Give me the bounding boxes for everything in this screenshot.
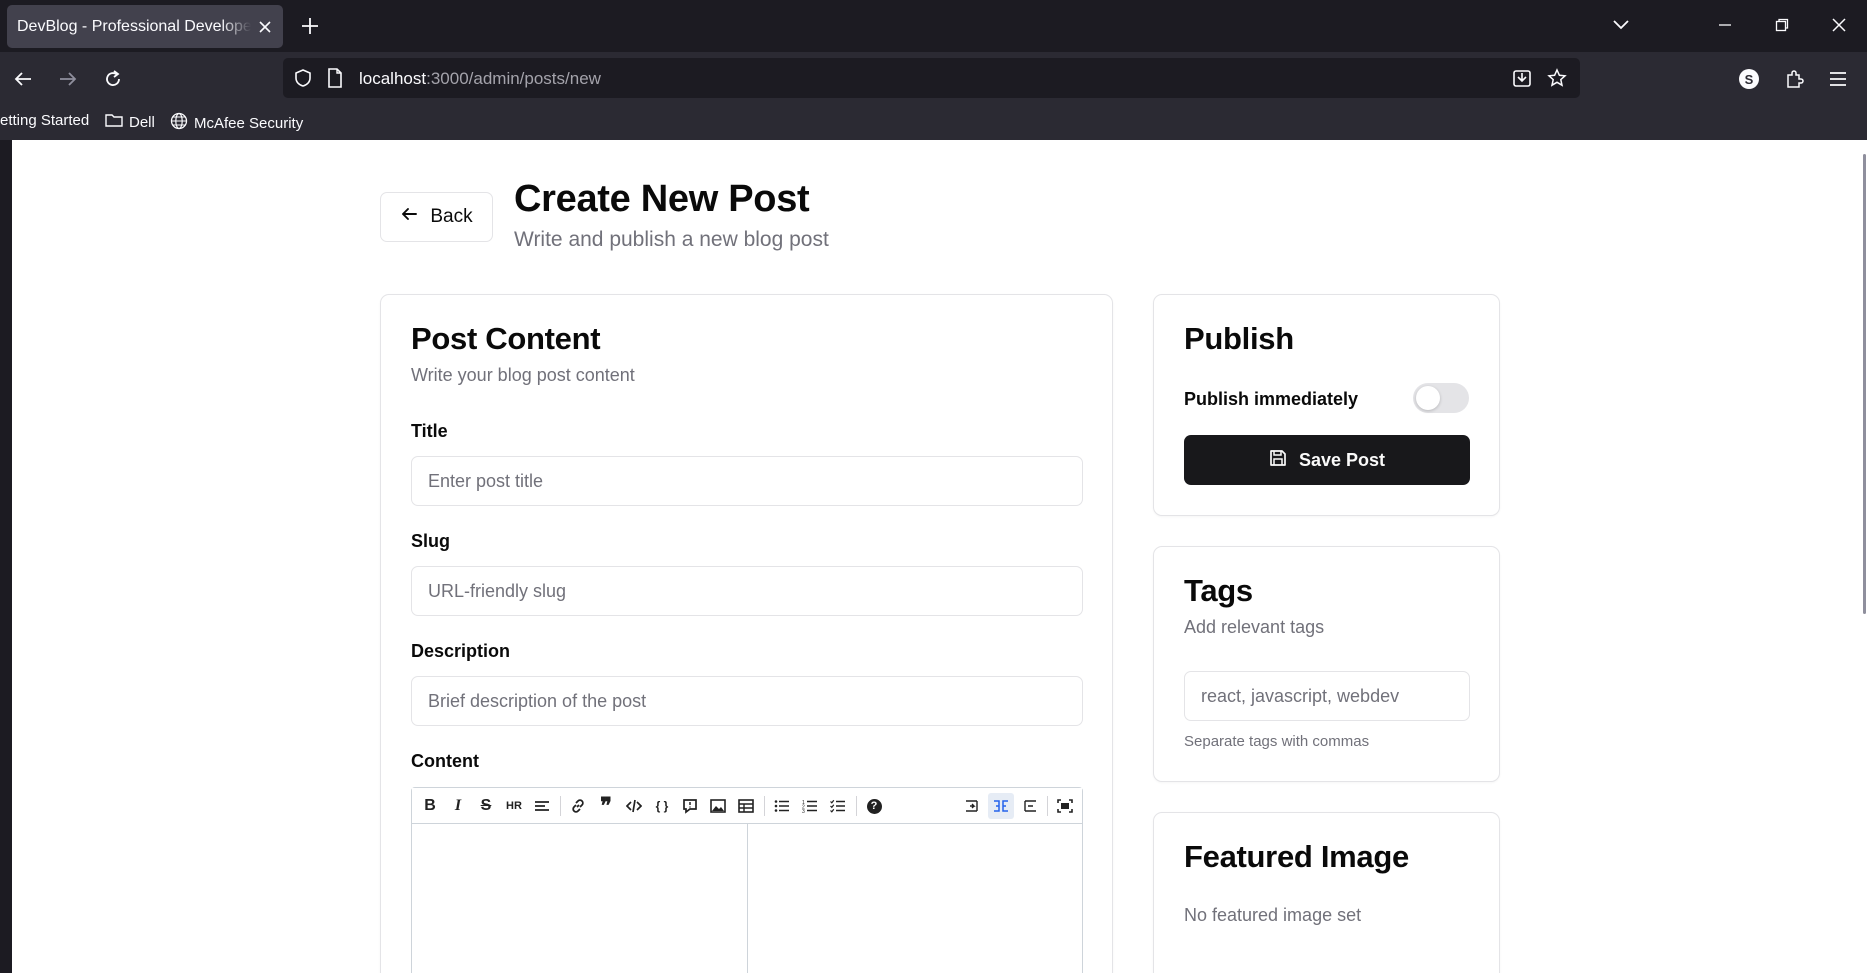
comment-icon[interactable] bbox=[677, 793, 703, 819]
tab-close-icon[interactable] bbox=[251, 13, 279, 41]
menu-icon[interactable] bbox=[1822, 63, 1854, 95]
bold-icon[interactable]: B bbox=[417, 793, 443, 819]
featured-image-card: Featured Image No featured image set bbox=[1153, 812, 1500, 973]
page-title: Create New Post bbox=[514, 178, 810, 220]
back-arrow-icon[interactable] bbox=[7, 63, 39, 95]
description-label: Description bbox=[411, 641, 511, 661]
url-path: :3000/admin/posts/new bbox=[426, 69, 601, 88]
create-post-page: Back Create New Post Write and publish a… bbox=[12, 140, 1867, 973]
profile-initial: S bbox=[1739, 69, 1759, 89]
publish-immediately-switch[interactable] bbox=[1413, 383, 1469, 413]
ordered-list-icon[interactable]: 123 bbox=[797, 793, 823, 819]
content-label: Content bbox=[411, 751, 479, 771]
save-post-button[interactable]: Save Post bbox=[1184, 435, 1470, 485]
restore-icon[interactable] bbox=[1767, 10, 1797, 40]
title-icon[interactable] bbox=[529, 793, 555, 819]
save-icon bbox=[1269, 449, 1287, 472]
markdown-editor[interactable]: B I S HR ❞ { } 123 ? bbox=[411, 787, 1083, 973]
toolbar-divider bbox=[1047, 796, 1048, 816]
back-button[interactable]: Back bbox=[380, 192, 493, 242]
close-window-icon[interactable] bbox=[1824, 10, 1854, 40]
table-icon[interactable] bbox=[733, 793, 759, 819]
bookmark-label: McAfee Security bbox=[194, 114, 304, 132]
page-icon[interactable] bbox=[327, 68, 343, 93]
browser-tab-active[interactable]: DevBlog - Professional Developer Blog bbox=[7, 5, 283, 48]
hr-icon[interactable]: HR bbox=[501, 793, 527, 819]
help-icon[interactable]: ? bbox=[861, 793, 887, 819]
strikethrough-icon[interactable]: S bbox=[473, 793, 499, 819]
forward-arrow-icon[interactable] bbox=[52, 63, 84, 95]
url-text[interactable]: localhost:3000/admin/posts/new bbox=[359, 69, 601, 89]
card-subtitle: Add relevant tags bbox=[1184, 617, 1325, 637]
code-block-icon[interactable]: { } bbox=[649, 793, 675, 819]
tags-hint: Separate tags with commas bbox=[1184, 733, 1370, 750]
link-icon[interactable] bbox=[565, 793, 591, 819]
code-icon[interactable] bbox=[621, 793, 647, 819]
arrow-left-icon bbox=[400, 205, 418, 229]
toolbar-divider bbox=[560, 796, 561, 816]
bookmark-getting-started[interactable]: etting Started bbox=[0, 112, 89, 129]
post-content-card: Post Content Write your blog post conten… bbox=[380, 294, 1113, 973]
toolbar-divider bbox=[856, 796, 857, 816]
account-avatar-icon[interactable]: S bbox=[1733, 63, 1765, 95]
card-title: Tags bbox=[1184, 573, 1253, 608]
image-icon[interactable] bbox=[705, 793, 731, 819]
card-subtitle: Write your blog post content bbox=[411, 365, 635, 385]
editor-preview-pane bbox=[748, 824, 1084, 973]
svg-text:3: 3 bbox=[802, 809, 805, 813]
save-label: Save Post bbox=[1298, 449, 1386, 470]
publish-card: Publish Publish immediately Save Post bbox=[1153, 294, 1500, 516]
extensions-icon[interactable] bbox=[1778, 63, 1810, 95]
card-title: Publish bbox=[1184, 321, 1294, 356]
page-subtitle: Write and publish a new blog post bbox=[514, 228, 829, 251]
checked-list-icon[interactable] bbox=[825, 793, 851, 819]
bookmark-label: Dell bbox=[129, 113, 155, 131]
tags-card: Tags Add relevant tags Separate tags wit… bbox=[1153, 546, 1500, 782]
reload-icon[interactable] bbox=[97, 63, 129, 95]
tab-title: DevBlog - Professional Developer Blog bbox=[17, 17, 251, 36]
edit-mode-icon[interactable] bbox=[960, 793, 986, 819]
bookmark-dell[interactable]: Dell bbox=[105, 112, 155, 132]
bookmarks-toolbar: etting Started Dell McAfee Security bbox=[0, 104, 1867, 140]
switch-knob bbox=[1416, 386, 1440, 410]
back-label: Back bbox=[430, 206, 473, 227]
quote-icon[interactable]: ❞ bbox=[593, 793, 619, 819]
minimize-icon[interactable] bbox=[1710, 10, 1740, 40]
live-mode-icon[interactable] bbox=[988, 793, 1014, 819]
fullscreen-icon[interactable] bbox=[1052, 793, 1078, 819]
globe-icon bbox=[170, 112, 188, 134]
page-scrollbar[interactable] bbox=[1861, 154, 1867, 614]
preview-mode-icon[interactable] bbox=[1016, 793, 1042, 819]
browser-tab-strip: DevBlog - Professional Developer Blog bbox=[0, 0, 1867, 52]
toolbar-divider bbox=[764, 796, 765, 816]
publish-toggle-label: Publish immediately bbox=[1184, 389, 1359, 409]
slug-input[interactable] bbox=[411, 566, 1083, 616]
bookmark-mcafee[interactable]: McAfee Security bbox=[170, 112, 303, 134]
bookmark-label: etting Started bbox=[0, 112, 90, 129]
download-page-icon[interactable] bbox=[1512, 68, 1532, 93]
no-featured-image-text: No featured image set bbox=[1184, 905, 1362, 925]
new-tab-icon[interactable] bbox=[296, 12, 324, 40]
scrollbar-thumb[interactable] bbox=[1863, 154, 1866, 614]
description-input[interactable] bbox=[411, 676, 1083, 726]
tags-input[interactable] bbox=[1184, 671, 1470, 721]
url-bar[interactable]: localhost:3000/admin/posts/new bbox=[283, 58, 1580, 98]
card-title: Featured Image bbox=[1184, 839, 1409, 874]
editor-input-pane[interactable] bbox=[412, 824, 748, 973]
title-label: Title bbox=[411, 421, 448, 441]
shield-icon[interactable] bbox=[293, 68, 313, 93]
card-title: Post Content bbox=[411, 321, 601, 356]
bookmark-star-icon[interactable] bbox=[1547, 68, 1567, 93]
italic-icon[interactable]: I bbox=[445, 793, 471, 819]
list-all-tabs-icon[interactable] bbox=[1606, 10, 1636, 40]
folder-icon bbox=[105, 112, 123, 132]
title-input[interactable] bbox=[411, 456, 1083, 506]
editor-toolbar: B I S HR ❞ { } 123 ? bbox=[412, 788, 1082, 824]
browser-navigation-bar: localhost:3000/admin/posts/new S bbox=[0, 52, 1867, 104]
url-host: localhost bbox=[359, 69, 427, 88]
page-viewport: Back Create New Post Write and publish a… bbox=[12, 140, 1867, 973]
slug-label: Slug bbox=[411, 531, 450, 551]
unordered-list-icon[interactable] bbox=[769, 793, 795, 819]
